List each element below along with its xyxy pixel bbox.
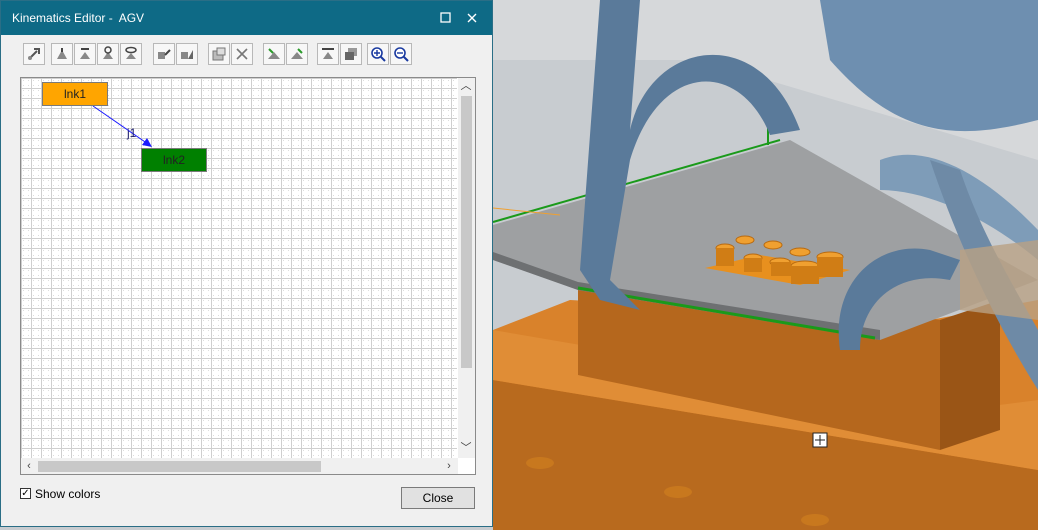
zoom-in-icon[interactable] [367,43,389,65]
window-title: Kinematics Editor - AGV [12,11,145,25]
delete-icon[interactable] [231,43,253,65]
scroll-down-icon[interactable]: ﹀ [458,440,474,456]
kinematics-diagram[interactable]: lnk1 lnk2 j1 ︿ ﹀ ‹ › [20,77,476,475]
toolbar [19,41,449,69]
link-node-lnk2[interactable]: lnk2 [141,148,207,172]
link-node-label: lnk2 [162,153,185,167]
create-link-icon[interactable] [23,43,45,65]
layers-icon[interactable] [340,43,362,65]
unfix-icon[interactable] [286,43,308,65]
maximize-icon[interactable] [433,7,459,29]
joint-properties-icon[interactable] [176,43,198,65]
scroll-up-icon[interactable]: ︿ [458,78,474,94]
scroll-left-icon[interactable]: ‹ [21,458,37,474]
horizontal-scrollbar[interactable]: ‹ › [21,458,458,474]
open-icon[interactable] [208,43,230,65]
joint-arrow-head [142,138,152,147]
vertical-scrollbar[interactable]: ︿ ﹀ [458,78,475,458]
zoom-out-icon[interactable] [390,43,412,65]
link-node-label: lnk1 [63,87,86,101]
title-bar[interactable]: Kinematics Editor - AGV [1,1,492,35]
close-icon[interactable] [459,7,485,29]
horizontal-scroll-thumb[interactable] [38,461,321,472]
flatten-icon[interactable] [317,43,339,65]
vertical-scroll-thumb[interactable] [461,96,472,368]
link-node-lnk1[interactable]: lnk1 [42,82,108,106]
show-colors-checkbox[interactable]: ✓ [20,488,31,499]
create-cam-icon[interactable] [120,43,142,65]
create-revolute-icon[interactable] [97,43,119,65]
joint-label[interactable]: j1 [127,126,136,140]
fix-icon[interactable] [263,43,285,65]
show-colors-label: Show colors [35,487,101,501]
joint-arrow-line [92,105,149,145]
create-prismatic-icon[interactable] [74,43,96,65]
joint-connector [92,105,152,147]
scroll-right-icon[interactable]: › [441,458,457,474]
diagram-grid[interactable]: lnk1 lnk2 j1 [21,78,457,458]
kinematics-editor-dialog: Kinematics Editor - AGV lnk1 lnk2 j1 ︿ ﹀… [0,0,493,527]
close-button[interactable]: Close [401,487,475,509]
link-properties-icon[interactable] [153,43,175,65]
create-joint-icon[interactable] [51,43,73,65]
